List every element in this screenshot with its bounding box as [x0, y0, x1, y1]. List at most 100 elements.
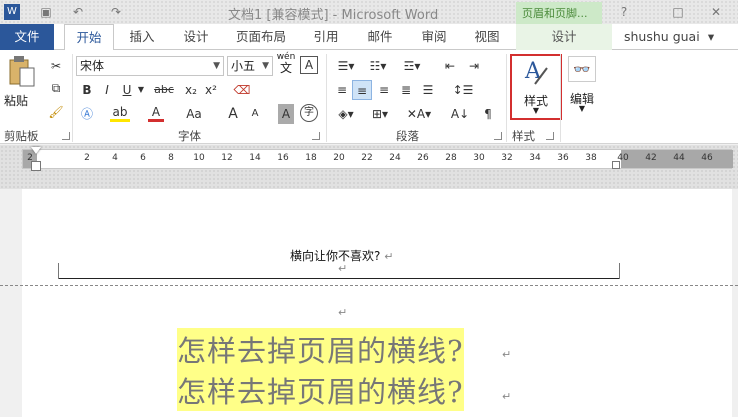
tab-references[interactable]: 引用 [306, 24, 346, 50]
bold-button[interactable]: B [78, 80, 96, 100]
ruler-tick: 24 [389, 153, 401, 163]
subscript-button[interactable]: x₂ [182, 80, 200, 100]
paste-label[interactable]: 粘贴 [4, 92, 28, 109]
change-case-button[interactable]: Aa [180, 104, 208, 124]
paragraph-mark-icon: ↵ [502, 390, 512, 403]
first-line-indent-marker[interactable] [31, 147, 41, 154]
ruler-tick: 12 [221, 153, 233, 163]
styles-button[interactable]: A 样式 ▼ [510, 54, 562, 120]
align-left-icon[interactable]: ≡ [332, 80, 352, 100]
clear-format-icon[interactable]: ⌫ [232, 80, 252, 100]
tab-file[interactable]: 文件 [0, 24, 54, 50]
borders-icon[interactable]: ⊞▾ [366, 104, 394, 124]
body-text: 怎样去掉页眉的横线? [177, 334, 464, 368]
clipboard-launcher-icon[interactable] [62, 132, 70, 140]
ruler-tick: 6 [140, 153, 146, 163]
paragraph-mark-icon: ↵ [384, 250, 394, 263]
ruler-tick: 20 [333, 153, 345, 163]
font-name-select[interactable]: 宋体 ▼ [76, 56, 224, 76]
align-center-icon[interactable]: ≡ [352, 80, 372, 100]
body-text-line[interactable]: 怎样去掉页眉的横线? [177, 328, 464, 370]
font-name-value: 宋体 [80, 59, 105, 73]
copy-icon[interactable]: ⧉ [46, 78, 66, 98]
right-indent-marker[interactable] [612, 161, 620, 169]
ruler-tick: 16 [277, 153, 289, 163]
phonetic-char: 文 [279, 61, 292, 75]
increase-indent-icon[interactable]: ⇥ [464, 56, 484, 76]
multilevel-list-icon[interactable]: ☲▾ [396, 56, 428, 76]
ruler-tick: 4 [112, 153, 118, 163]
italic-button[interactable]: I [98, 80, 116, 100]
grow-font-button[interactable]: A [226, 104, 240, 124]
group-divider [560, 54, 561, 142]
contextual-tab-group: 页眉和页脚... [516, 2, 602, 24]
char-shading-button[interactable]: A [278, 104, 294, 124]
sort-icon[interactable]: A↓ [448, 104, 472, 124]
font-size-value: 小五 [231, 59, 256, 73]
svg-text:A: A [524, 59, 542, 84]
superscript-button[interactable]: x² [202, 80, 220, 100]
redo-icon[interactable]: ↷ [108, 4, 124, 20]
chevron-down-icon: ▼ [213, 61, 220, 71]
tab-page-layout[interactable]: 页面布局 [232, 24, 290, 50]
undo-icon[interactable]: ↶ [70, 4, 86, 20]
header-border-line [58, 278, 620, 279]
ruler-area: 2 2 4 6 8 10 12 14 16 18 20 22 24 26 28 … [0, 145, 738, 189]
tab-review[interactable]: 审阅 [414, 24, 454, 50]
ruler-tick: 36 [557, 153, 569, 163]
styles-launcher-icon[interactable] [546, 132, 554, 140]
numbering-icon[interactable]: ☷▾ [364, 56, 392, 76]
group-divider [72, 54, 73, 142]
tab-design[interactable]: 设计 [176, 24, 216, 50]
underline-button[interactable]: U [118, 80, 136, 100]
body-text: 怎样去掉页眉的横线? [177, 375, 464, 409]
enclose-char-button[interactable]: 字 [300, 104, 318, 122]
tab-mailings[interactable]: 邮件 [360, 24, 400, 50]
chinese-layout-icon[interactable]: ✕A▾ [404, 104, 434, 124]
font-launcher-icon[interactable] [312, 132, 320, 140]
font-color-icon[interactable]: A [148, 104, 164, 122]
save-icon[interactable]: ▣ [38, 4, 54, 20]
decrease-indent-icon[interactable]: ⇤ [440, 56, 460, 76]
ruler-tick: 38 [585, 153, 597, 163]
tab-view[interactable]: 视图 [467, 24, 507, 50]
align-right-icon[interactable]: ≡ [374, 80, 394, 100]
font-size-select[interactable]: 小五 ▼ [227, 56, 273, 76]
word-logo-icon[interactable]: W [4, 4, 20, 20]
show-marks-icon[interactable]: ¶ [478, 104, 498, 124]
group-divider [506, 54, 507, 142]
char-border-button[interactable]: A [300, 56, 318, 74]
cut-icon[interactable]: ✂ [46, 56, 66, 76]
format-painter-icon[interactable]: 🖌 [46, 102, 66, 122]
paragraph-launcher-icon[interactable] [494, 132, 502, 140]
paragraph-group-label: 段落 [396, 129, 419, 143]
help-button[interactable]: ? [616, 4, 632, 20]
body-text-line[interactable]: 怎样去掉页眉的横线? [177, 369, 464, 411]
window-title: 文档1 [兼容模式] - Microsoft Word [228, 8, 439, 23]
ruler-tick: 46 [701, 153, 713, 163]
header-corner-mark [619, 263, 620, 279]
justify-icon[interactable]: ≣ [396, 80, 416, 100]
shrink-font-button[interactable]: A [248, 104, 262, 124]
left-indent-marker[interactable] [31, 161, 41, 171]
bullets-icon[interactable]: ☰▾ [332, 56, 360, 76]
text-effects-button[interactable]: Ⓐ [78, 104, 96, 124]
shading-icon[interactable]: ◈▾ [332, 104, 360, 124]
user-dropdown-icon[interactable]: ▾ [704, 24, 718, 50]
horizontal-ruler[interactable]: 2 2 4 6 8 10 12 14 16 18 20 22 24 26 28 … [22, 149, 733, 169]
chevron-down-icon[interactable]: ▼ [136, 80, 146, 100]
highlight-icon[interactable]: ab [110, 104, 130, 122]
maximize-button[interactable]: □ [670, 4, 686, 20]
close-button[interactable]: ✕ [708, 4, 724, 20]
strikethrough-button[interactable]: abc [150, 80, 178, 100]
ruler-tick: 44 [673, 153, 685, 163]
paste-icon[interactable] [2, 54, 38, 88]
ribbon: 粘贴 ✂ ⧉ 🖌 剪贴板 宋体 ▼ 小五 ▼ wén 文 A B I U ▼ abc… [0, 50, 738, 144]
tab-header-footer-design[interactable]: 设计 [516, 24, 612, 50]
editing-button[interactable]: 👓 编辑 ▼ [566, 54, 598, 120]
line-spacing-icon[interactable]: ↕☰ [448, 80, 478, 100]
phonetic-guide-button[interactable]: wén 文 [276, 53, 296, 75]
distributed-icon[interactable]: ☰ [418, 80, 438, 100]
tab-home[interactable]: 开始 [64, 24, 114, 51]
tab-insert[interactable]: 插入 [122, 24, 162, 50]
